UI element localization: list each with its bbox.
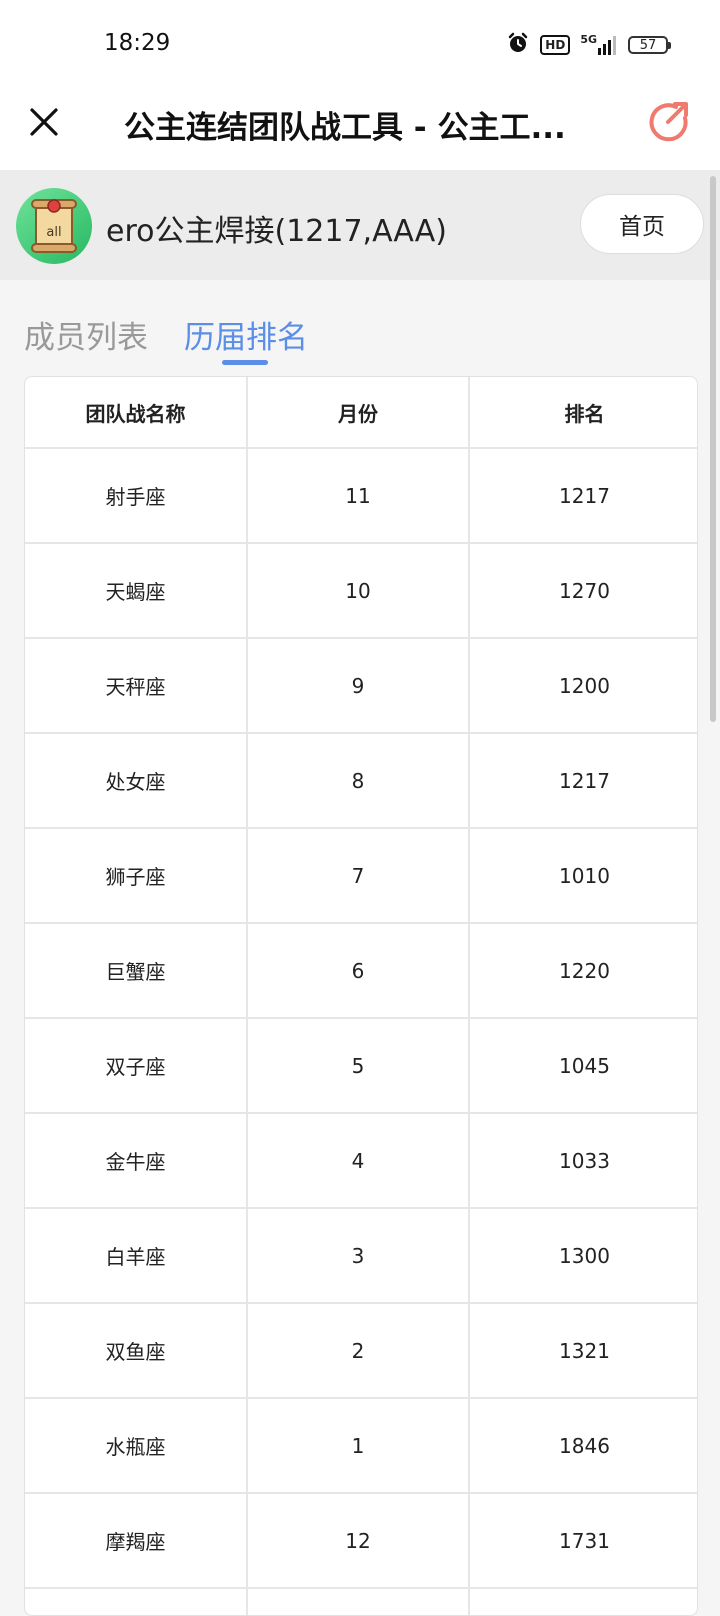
nav-bar: 公主连结团队战工具 - 公主工...	[0, 90, 720, 170]
active-tab-indicator	[222, 360, 268, 365]
guild-header: all ero公主焊接(1217,AAA) 首页	[0, 170, 720, 280]
table-row: 天蝎座 10 1270	[25, 543, 697, 639]
table-row: 双子座 5 1045	[25, 1018, 697, 1114]
share-button[interactable]	[646, 98, 692, 144]
column-header-name: 团队战名称	[25, 377, 248, 449]
table-row	[25, 1588, 697, 1615]
close-button[interactable]	[22, 100, 66, 144]
column-header-rank: 排名	[469, 377, 697, 449]
cell-rank: 1321	[469, 1303, 697, 1399]
scroll-icon: all	[31, 199, 77, 253]
cell-rank: 1220	[469, 923, 697, 1019]
cell-month: 6	[247, 923, 470, 1019]
cell-rank: 1200	[469, 638, 697, 734]
table-row: 处女座 8 1217	[25, 733, 697, 829]
battery-level: 57	[639, 37, 657, 53]
table-row: 水瓶座 1 1846	[25, 1398, 697, 1494]
cell-rank: 1270	[469, 543, 697, 639]
cell-month: 11	[247, 448, 470, 544]
cell-month: 3	[247, 1208, 470, 1304]
cell-month: 9	[247, 638, 470, 734]
cell-rank: 1045	[469, 1018, 697, 1114]
status-time: 18:29	[104, 30, 171, 56]
cell-name: 双鱼座	[25, 1303, 248, 1399]
avatar-text: all	[46, 225, 61, 240]
page-title: 公主连结团队战工具 - 公主工...	[124, 110, 566, 146]
table-header-row: 团队战名称 月份 排名	[25, 377, 697, 449]
cell-month	[247, 1588, 470, 1615]
cell-name: 双子座	[25, 1018, 248, 1114]
cell-month: 2	[247, 1303, 470, 1399]
cell-rank: 1300	[469, 1208, 697, 1304]
tab-history-ranking[interactable]: 历届排名	[184, 312, 308, 357]
cell-name: 摩羯座	[25, 1493, 248, 1589]
hd-icon: HD	[540, 35, 571, 55]
cell-rank: 1731	[469, 1493, 697, 1589]
cell-rank: 1217	[469, 733, 697, 829]
cell-name: 天秤座	[25, 638, 248, 734]
cell-name: 白羊座	[25, 1208, 248, 1304]
battery-icon: 57	[628, 36, 671, 54]
cell-month: 5	[247, 1018, 470, 1114]
status-icons: HD 5G 57	[506, 31, 671, 59]
table-row: 金牛座 4 1033	[25, 1113, 697, 1209]
home-button[interactable]: 首页	[580, 194, 704, 254]
table-row: 射手座 11 1217	[25, 448, 697, 544]
tab-bar: 成员列表 历届排名	[0, 280, 700, 370]
table-row: 狮子座 7 1010	[25, 828, 697, 924]
cell-name	[25, 1588, 248, 1615]
signal-5g-icon: 5G	[580, 34, 618, 56]
share-icon	[649, 102, 688, 142]
cell-rank: 1010	[469, 828, 697, 924]
network-type: 5G	[580, 33, 597, 46]
cell-name: 射手座	[25, 448, 248, 544]
cell-rank: 1217	[469, 448, 697, 544]
avatar: all	[16, 188, 92, 264]
cell-name: 天蝎座	[25, 543, 248, 639]
table-row: 双鱼座 2 1321	[25, 1303, 697, 1399]
cell-name: 处女座	[25, 733, 248, 829]
cell-name: 金牛座	[25, 1113, 248, 1209]
cell-name: 狮子座	[25, 828, 248, 924]
cell-rank	[469, 1588, 697, 1615]
close-icon	[30, 108, 58, 136]
table-row: 摩羯座 12 1731	[25, 1493, 697, 1589]
cell-month: 8	[247, 733, 470, 829]
column-header-month: 月份	[247, 377, 470, 449]
cell-month: 7	[247, 828, 470, 924]
status-bar: 18:29 HD 5G 57	[0, 0, 720, 90]
cell-month: 4	[247, 1113, 470, 1209]
cell-name: 水瓶座	[25, 1398, 248, 1494]
scrollbar[interactable]	[710, 176, 716, 722]
tab-members[interactable]: 成员列表	[24, 312, 148, 357]
table-row: 白羊座 3 1300	[25, 1208, 697, 1304]
cell-name: 巨蟹座	[25, 923, 248, 1019]
table-row: 巨蟹座 6 1220	[25, 923, 697, 1019]
cell-rank: 1033	[469, 1113, 697, 1209]
ranking-table: 团队战名称 月份 排名 射手座 11 1217 天蝎座 10 1270 天秤座 9 1200…	[24, 376, 698, 1616]
cell-month: 1	[247, 1398, 470, 1494]
cell-rank: 1846	[469, 1398, 697, 1494]
guild-name: ero公主焊接(1217,AAA)	[106, 214, 448, 249]
table-row: 天秤座 9 1200	[25, 638, 697, 734]
alarm-icon	[506, 31, 530, 59]
cell-month: 10	[247, 543, 470, 639]
cell-month: 12	[247, 1493, 470, 1589]
